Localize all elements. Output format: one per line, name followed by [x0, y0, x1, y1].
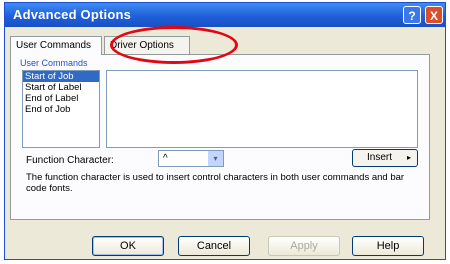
function-character-select[interactable]: ^ ▾ [158, 150, 224, 167]
list-item-start-of-job[interactable]: Start of Job [23, 71, 99, 82]
chevron-down-icon[interactable]: ▾ [208, 151, 223, 166]
red-highlight-circle [110, 26, 238, 64]
help-button[interactable]: Help [352, 236, 424, 256]
function-character-label: Function Character: [26, 155, 114, 166]
function-character-value: ^ [163, 153, 168, 164]
cancel-button[interactable]: Cancel [178, 236, 250, 256]
user-commands-list[interactable]: Start of Job Start of Label End of Label… [22, 70, 100, 148]
apply-button[interactable]: Apply [268, 236, 340, 256]
chevron-right-icon: ▸ [406, 153, 411, 162]
function-character-description: The function character is used to insert… [26, 172, 405, 194]
list-item-start-of-label[interactable]: Start of Label [23, 82, 99, 93]
user-commands-group-label: User Commands [20, 58, 88, 68]
tab-user-commands[interactable]: User Commands [10, 36, 102, 55]
window-title: Advanced Options [13, 7, 132, 22]
insert-button-label: Insert [367, 152, 393, 163]
ok-button[interactable]: OK [92, 236, 164, 256]
title-bar[interactable]: Advanced Options ? X [5, 3, 445, 27]
help-title-button[interactable]: ? [403, 6, 421, 24]
close-button[interactable]: X [425, 6, 443, 24]
command-text-area[interactable] [106, 70, 418, 148]
list-item-end-of-job[interactable]: End of Job [23, 104, 99, 115]
insert-button[interactable]: Insert ▸ [352, 149, 418, 167]
list-item-end-of-label[interactable]: End of Label [23, 93, 99, 104]
